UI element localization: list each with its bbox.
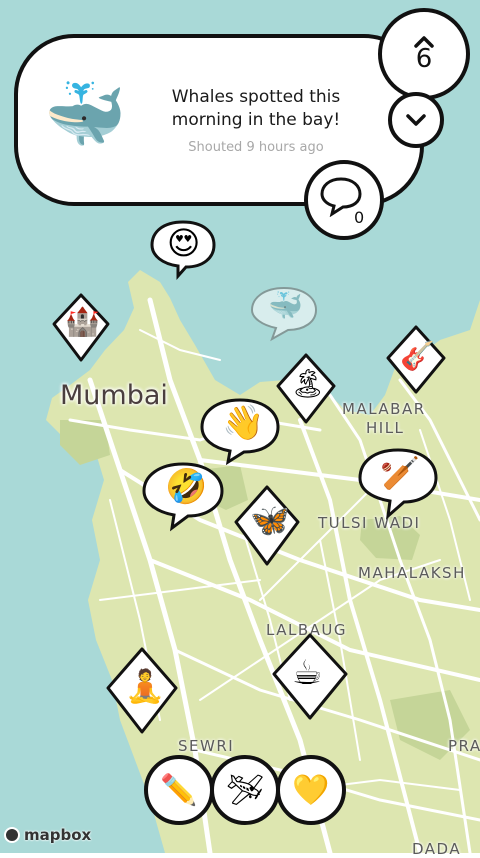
favorites-button[interactable]: 💛 [276,755,346,825]
laughing-icon: 🤣 [165,467,208,507]
waving-hand-icon: 👋 [222,403,265,443]
place-label: PRA [448,737,480,755]
bottom-toolbar: ✏️ 🛩 💛 [142,755,346,835]
place-label: DADA [412,840,462,858]
map-pin[interactable]: 🐳 [248,284,320,342]
map-pin[interactable]: 🧘 [104,646,180,736]
vote-count: 6 [415,44,433,74]
map-pin[interactable]: 🤣 [140,460,226,532]
place-label: MALABAR [342,400,426,418]
heart-eyes-icon: 😍 [167,224,201,262]
castle-icon: 🏰 [65,305,100,338]
pencil-icon: ✏️ [160,772,198,808]
butterfly-icon: 🦋 [250,501,290,539]
shout-timestamp: Shouted 9 hours ago [188,140,324,155]
yoga-icon: 🧘 [125,667,165,705]
airplane-icon: 🛩 [225,772,265,808]
mapbox-logo-icon [4,827,20,843]
city-label: Mumbai [60,380,168,411]
comment-count: 0 [354,208,365,227]
new-shout-button[interactable]: ✏️ [144,755,214,825]
guitar-icon: 🎸 [400,339,435,372]
chevron-down-icon [406,114,426,126]
downvote-button[interactable] [388,92,444,148]
map-pin[interactable]: 🏏 [356,446,440,520]
map-pin[interactable]: 👋 [198,396,282,466]
island-icon: 🏝 [290,367,326,400]
shout-title: Whales spotted this morning in the bay! [171,87,341,130]
place-label: MAHALAKSH [358,564,466,582]
coffee-icon: ☕ [292,653,323,693]
map-pin[interactable]: 🦋 [232,484,302,568]
mapbox-attribution[interactable]: mapbox [4,826,91,844]
cricket-icon: 🏏 [380,454,420,492]
map-pin[interactable]: 🏝 [274,352,338,426]
map-pin[interactable]: 🏰 [50,292,112,364]
map-pin[interactable]: ☕ [270,632,350,722]
upvote-button[interactable]: 6 [378,8,470,100]
place-label: HILL [366,419,405,437]
heart-icon: 💛 [292,772,330,808]
map-pin[interactable]: 🎸 [384,324,448,396]
mapbox-label: mapbox [24,826,92,844]
comments-button[interactable]: 0 [304,160,384,240]
place-label: SEWRI [178,737,235,755]
explore-button[interactable]: 🛩 [210,755,280,825]
whale-icon: 🐳 [268,289,303,322]
whale-icon: 🐳 [44,76,127,153]
map-pin[interactable]: 😍 [148,218,218,280]
